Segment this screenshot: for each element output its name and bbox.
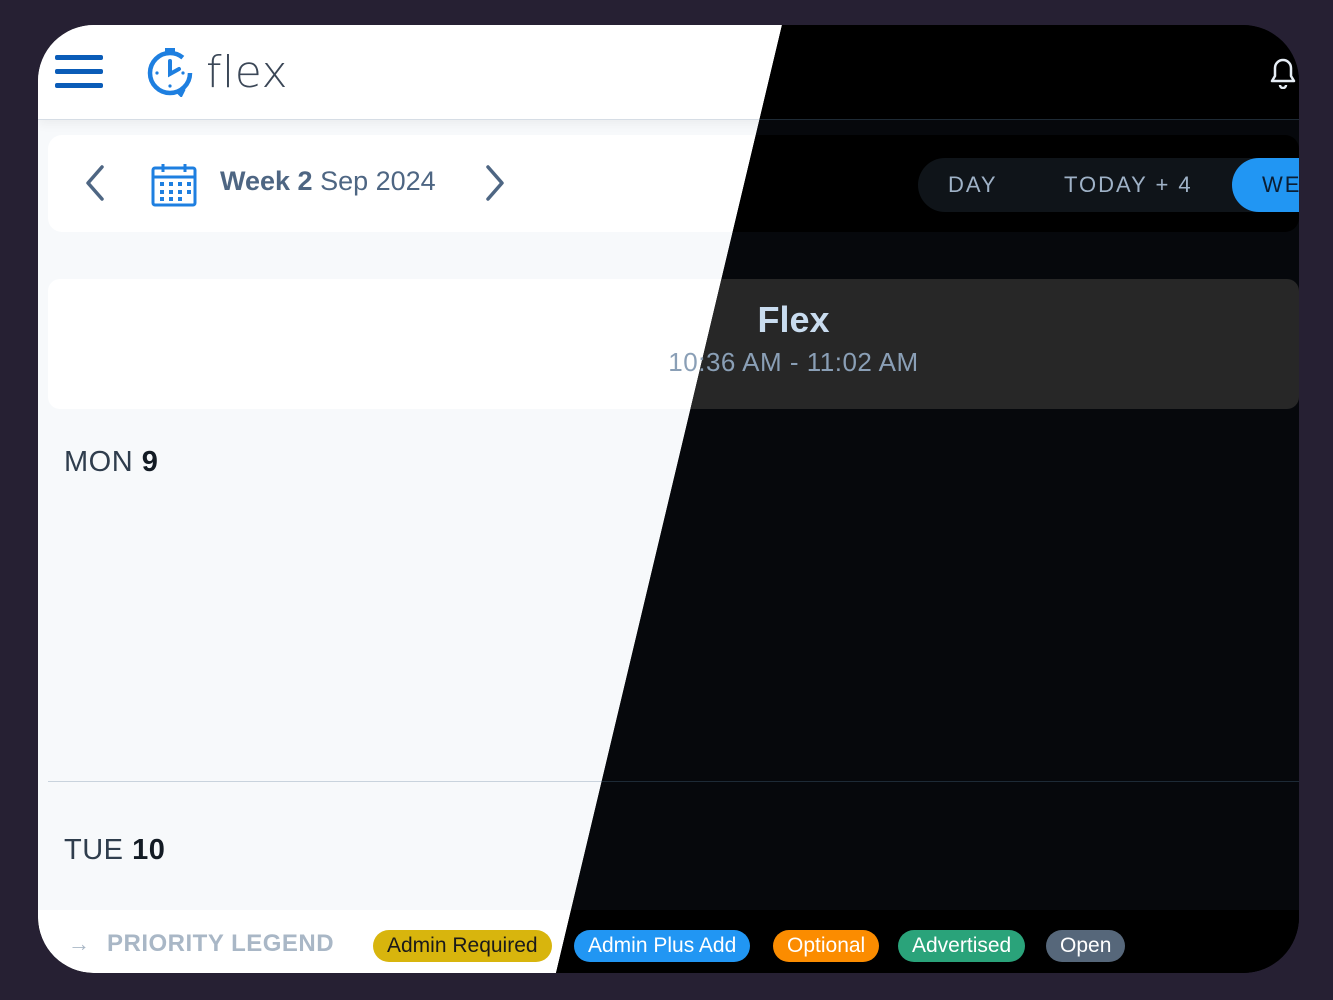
chevron-left-icon[interactable] xyxy=(82,163,110,203)
legend-badge-advertised: Advertised xyxy=(898,930,1026,962)
day-of-week: TUE xyxy=(64,834,124,866)
chevron-right-icon[interactable] xyxy=(480,163,508,203)
week-label: Week 2 Sep 2024 xyxy=(220,166,436,197)
arrow-right-icon: → xyxy=(68,931,90,956)
day-header-tue: TUE 10 xyxy=(64,834,165,867)
legend-badge-admin-required: Admin Required xyxy=(373,930,552,962)
calendar-icon[interactable] xyxy=(151,163,197,207)
app-name: flex xyxy=(206,46,289,98)
day-of-week: MON xyxy=(64,446,134,478)
legend-title: PRIORITY LEGEND xyxy=(107,930,335,957)
day-number: 9 xyxy=(141,446,159,478)
legend-badge-optional: Optional xyxy=(773,930,880,962)
week-month: Sep 2024 xyxy=(320,166,436,196)
tab-week[interactable]: WE xyxy=(1232,158,1299,212)
view-switcher: DAY TODAY + 4 WE xyxy=(918,158,1299,212)
tab-today-plus-4[interactable]: TODAY + 4 xyxy=(1064,158,1193,212)
legend-badge-open: Open xyxy=(1046,930,1126,962)
tab-day[interactable]: DAY xyxy=(948,158,998,212)
week-number: Week 2 xyxy=(220,166,313,196)
day-header-mon: MON 9 xyxy=(64,446,158,479)
app-frame: flex Week 2 Sep 2024 MON 9 TUE 10 → PRIO… xyxy=(38,25,1299,973)
bell-icon[interactable] xyxy=(1268,55,1298,89)
flex-logo-icon xyxy=(147,48,193,97)
menu-icon[interactable] xyxy=(55,55,103,89)
day-number: 10 xyxy=(132,834,166,866)
app-logo: flex xyxy=(144,46,289,98)
legend-badge-admin-plus-add: Admin Plus Add xyxy=(574,930,751,962)
